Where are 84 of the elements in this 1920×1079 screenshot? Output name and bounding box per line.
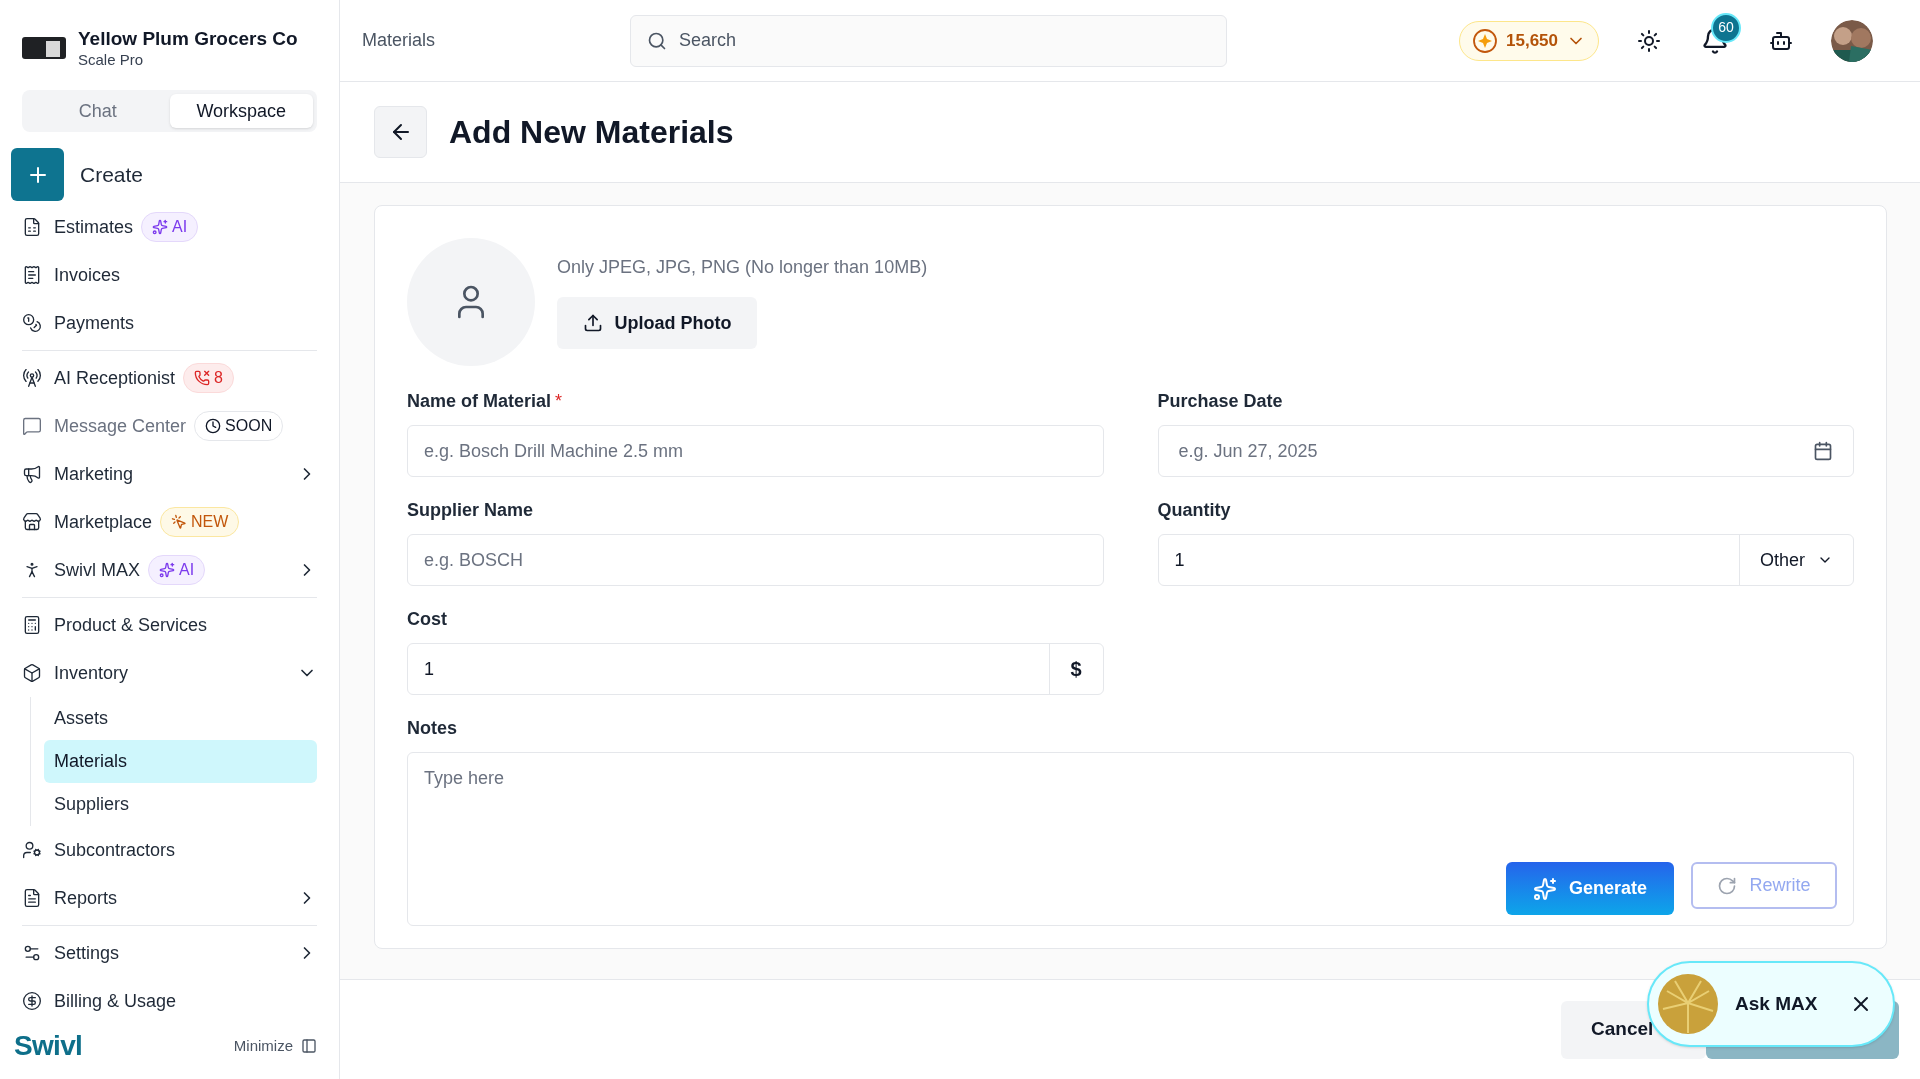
minimize-button[interactable]: Minimize <box>233 1034 317 1058</box>
required-mark: * <box>555 390 563 413</box>
coin-icon <box>1472 27 1498 54</box>
sliders-icon <box>22 943 42 963</box>
generate-button[interactable]: Generate <box>1506 862 1674 915</box>
sparkle-icon <box>152 219 169 235</box>
receipt-icon <box>22 265 42 285</box>
chat-bubble-icon <box>22 416 42 436</box>
field-label: Notes <box>407 717 458 740</box>
field-label: Cost <box>407 608 447 631</box>
document-icon <box>22 888 42 908</box>
unit-select[interactable]: Other <box>1739 535 1853 585</box>
text-field[interactable]: e.g. BOSCH <box>407 534 1104 586</box>
search-icon <box>647 30 667 51</box>
credits-button[interactable]: 15,650 <box>1459 20 1599 61</box>
field-label: Quantity <box>1157 499 1231 522</box>
user-gear-icon <box>22 840 42 860</box>
mode-tab[interactable]: Workspace <box>169 94 313 128</box>
pointer-icon <box>171 514 188 530</box>
mode-tab[interactable]: Chat <box>26 94 170 128</box>
tower-icon <box>22 368 42 388</box>
nav-item[interactable]: Swivl MAX AI <box>22 546 317 594</box>
cost-field[interactable]: 1 $ <box>407 643 1104 695</box>
box-icon <box>22 663 42 683</box>
nav-item[interactable]: Inventory <box>22 649 317 697</box>
nav-item[interactable]: Billing & Usage <box>22 977 317 1025</box>
badge: 8 <box>183 363 234 393</box>
refresh-icon <box>1717 875 1738 896</box>
notification-count: 60 <box>1711 12 1741 43</box>
plan-name: Scale Pro <box>78 50 145 70</box>
nav-item[interactable]: Payments <box>22 299 317 347</box>
field-label: Purchase Date <box>1157 390 1283 413</box>
megaphone-icon <box>22 464 42 484</box>
create-label[interactable]: Create <box>80 158 144 191</box>
sparkle-icon <box>1532 876 1557 901</box>
quantity-input[interactable]: 1 <box>1158 535 1739 585</box>
upload-photo-button[interactable]: Upload Photo <box>557 297 757 349</box>
field-label: Supplier Name <box>407 499 534 522</box>
sphere-icon <box>1657 973 1719 1035</box>
nav-item[interactable]: Marketplace NEW <box>22 498 317 546</box>
field-label: Name of Material <box>407 390 552 413</box>
nav-item[interactable]: Reports <box>22 874 317 922</box>
date-field[interactable]: e.g. Jun 27, 2025 <box>1157 425 1854 477</box>
upload-icon <box>582 313 603 333</box>
subnav-item[interactable]: Assets <box>44 697 317 740</box>
text-field[interactable]: e.g. Bosch Drill Machine 2.5 mm <box>407 425 1104 477</box>
breadcrumb[interactable]: Materials <box>362 27 630 54</box>
nav-item[interactable]: Subcontractors <box>22 826 317 874</box>
quantity-field[interactable]: 1 Other <box>1157 534 1854 586</box>
nav-item[interactable]: Settings <box>22 929 317 977</box>
badge: AI <box>141 212 199 242</box>
panel-icon <box>301 1038 317 1054</box>
cost-input[interactable]: 1 <box>408 644 1049 694</box>
subnav-item[interactable]: Materials <box>44 740 317 783</box>
spreadsheet-icon <box>22 217 42 237</box>
calendar-icon <box>1813 441 1833 461</box>
badge: SOON <box>194 411 284 441</box>
sparkle-icon <box>159 562 175 578</box>
brand-logo: Swivl <box>14 1029 83 1063</box>
back-button[interactable] <box>374 106 427 158</box>
company-name: Yellow Plum Grocers Co <box>78 26 298 51</box>
ask-max-label: Ask MAX <box>1735 991 1818 1016</box>
clock-icon <box>205 418 222 434</box>
badge: NEW <box>160 507 240 537</box>
coins-icon <box>22 313 42 333</box>
nav-item[interactable]: Estimates AI <box>22 203 317 251</box>
nav-item[interactable]: AI Receptionist 8 <box>22 354 317 402</box>
search-field[interactable]: Search <box>630 14 1227 67</box>
date-input[interactable]: e.g. Jun 27, 2025 <box>1178 437 1813 465</box>
photo-hint: Only JPEG, JPG, PNG (No longer than 10MB) <box>557 256 928 279</box>
missed-call-icon <box>194 370 211 386</box>
badge: AI <box>148 555 206 585</box>
theme-icon[interactable] <box>1637 28 1661 53</box>
nav-item[interactable]: Product & Services <box>22 601 317 649</box>
create-button[interactable] <box>11 148 64 201</box>
nav-item[interactable]: Marketing <box>22 450 317 498</box>
dollar-icon <box>22 991 42 1011</box>
subnav-item[interactable]: Suppliers <box>44 783 317 826</box>
page-title: Add New Materials <box>449 113 734 152</box>
nav-item[interactable]: Invoices <box>22 251 317 299</box>
logo-icon <box>22 35 66 62</box>
store-icon <box>22 512 42 532</box>
calculator-icon <box>22 615 42 635</box>
search-input[interactable]: Search <box>679 27 1210 54</box>
